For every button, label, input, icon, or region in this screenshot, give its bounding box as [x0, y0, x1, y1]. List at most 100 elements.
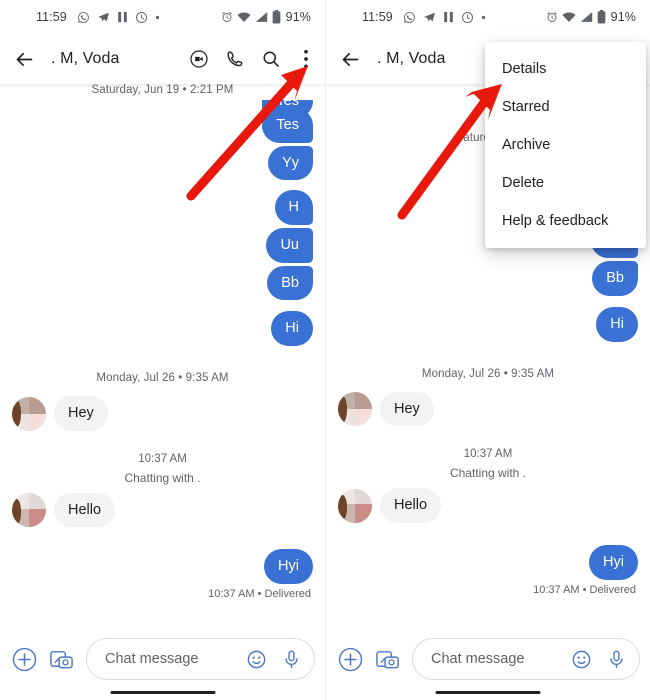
- emoji-icon[interactable]: [571, 649, 592, 670]
- whatsapp-icon: [403, 11, 416, 24]
- search-icon[interactable]: [261, 49, 281, 69]
- incoming-bubble[interactable]: Hello: [54, 492, 116, 528]
- message-row[interactable]: Yy: [12, 145, 313, 181]
- microphone-icon[interactable]: [606, 649, 627, 670]
- video-call-icon[interactable]: [189, 49, 209, 69]
- status-bar: 11:59 91%: [0, 0, 325, 34]
- message-row[interactable]: Hi: [12, 311, 313, 347]
- nav-gesture-pill: [435, 690, 541, 694]
- menu-item-details[interactable]: Details: [485, 50, 646, 88]
- image-camera-icon[interactable]: [375, 647, 400, 672]
- pause-icon: [117, 11, 128, 23]
- message-row[interactable]: Hello: [12, 492, 313, 528]
- menu-item-archive[interactable]: Archive: [485, 126, 646, 164]
- chat-input-placeholder: Chat message: [431, 651, 525, 667]
- incoming-bubble[interactable]: Hello: [380, 488, 442, 524]
- nav-gesture-pill: [110, 690, 215, 694]
- delivery-status: 10:37 AM • Delivered: [208, 588, 311, 601]
- outgoing-bubble[interactable]: H: [274, 190, 313, 226]
- back-arrow-icon[interactable]: [14, 49, 35, 70]
- telegram-icon: [423, 11, 436, 24]
- clock-icon: [135, 11, 148, 24]
- day-separator-2: Monday, Jul 26 • 9:35 AM: [421, 367, 555, 380]
- dot-icon: [155, 15, 160, 20]
- battery-icon: [597, 10, 606, 24]
- message-row[interactable]: Uu: [12, 228, 313, 263]
- back-arrow-icon[interactable]: [340, 49, 361, 70]
- telegram-icon: [97, 11, 110, 24]
- phone-screen-left: 11:59 91% . M, Voda Tes Saturday, Jun 19…: [0, 0, 325, 700]
- phone-screen-right: 11:59 91% . M, Voda Saturday, Bb Hi Mond…: [325, 0, 650, 700]
- wifi-icon: [562, 11, 576, 23]
- system-message: Chatting with .: [449, 466, 527, 481]
- outgoing-bubble[interactable]: Hi: [596, 307, 638, 342]
- app-bar-actions: [189, 49, 315, 69]
- status-bar-left-group: 11:59: [362, 10, 486, 24]
- message-row[interactable]: Hey: [12, 396, 313, 431]
- menu-item-help-feedback[interactable]: Help & feedback: [485, 202, 646, 240]
- message-row[interactable]: Hyi: [12, 549, 313, 585]
- outgoing-bubble[interactable]: Bb: [267, 265, 313, 301]
- chat-input-field[interactable]: Chat message: [86, 638, 315, 680]
- clipped-message-top: Tes: [262, 100, 313, 126]
- menu-item-starred[interactable]: Starred: [485, 88, 646, 126]
- emoji-icon[interactable]: [246, 649, 267, 670]
- outgoing-bubble[interactable]: Hi: [271, 311, 313, 347]
- message-row[interactable]: Hello: [338, 488, 638, 524]
- app-bar: . M, Voda: [0, 34, 325, 84]
- outgoing-bubble[interactable]: Yy: [268, 145, 313, 181]
- alarm-icon: [221, 11, 233, 23]
- status-bar-clock: 11:59: [36, 10, 67, 24]
- dual-screenshot-panel: 11:59 91% . M, Voda Tes Saturday, Jun 19…: [0, 0, 650, 700]
- conversation-title: . M, Voda: [51, 50, 120, 67]
- dot-icon: [481, 15, 486, 20]
- incoming-bubble[interactable]: Hey: [380, 391, 434, 427]
- outgoing-bubble[interactable]: Hyi: [589, 545, 638, 580]
- avatar: [12, 396, 46, 431]
- battery-percent-label: 91%: [285, 10, 311, 24]
- message-row[interactable]: Bb: [12, 265, 313, 301]
- day-separator-2: Monday, Jul 26 • 9:35 AM: [96, 372, 229, 385]
- message-row[interactable]: H: [12, 190, 313, 226]
- avatar: [12, 493, 46, 528]
- status-bar-right-group: 91%: [221, 10, 311, 24]
- chat-input-field[interactable]: Chat message: [412, 638, 640, 680]
- message-time: 10:37 AM: [138, 452, 187, 465]
- wifi-icon: [237, 11, 251, 23]
- message-row[interactable]: Hyi: [338, 545, 638, 580]
- status-bar-left-group: 11:59: [36, 10, 160, 24]
- signal-icon: [580, 11, 593, 23]
- clipped-bubble-text: Tes: [262, 100, 313, 118]
- chat-input-placeholder: Chat message: [105, 651, 199, 667]
- overflow-menu-icon[interactable]: [297, 49, 315, 69]
- outgoing-bubble[interactable]: Hyi: [264, 549, 313, 585]
- plus-icon[interactable]: [338, 647, 363, 672]
- app-bar-shadow: [0, 84, 325, 88]
- message-row[interactable]: Hey: [338, 391, 638, 427]
- signal-icon: [255, 11, 268, 23]
- message-time: 10:37 AM: [463, 448, 513, 461]
- avatar: [338, 392, 372, 427]
- status-bar-right-group: 91%: [546, 10, 636, 24]
- battery-icon: [272, 10, 281, 24]
- plus-icon[interactable]: [12, 647, 37, 672]
- whatsapp-icon: [77, 11, 90, 24]
- alarm-icon: [546, 11, 558, 23]
- microphone-icon[interactable]: [281, 649, 302, 670]
- conversation-title: . M, Voda: [377, 50, 446, 67]
- delivery-status: 10:37 AM • Delivered: [533, 583, 636, 596]
- image-camera-icon[interactable]: [49, 647, 74, 672]
- incoming-bubble[interactable]: Hey: [54, 396, 108, 431]
- clock-icon: [461, 11, 474, 24]
- message-thread: Tes Saturday, Jun 19 • 2:21 PM Tes Yy H …: [0, 50, 325, 634]
- overflow-menu-popup[interactable]: Details Starred Archive Delete Help & fe…: [485, 42, 646, 248]
- menu-item-delete[interactable]: Delete: [485, 164, 646, 202]
- outgoing-bubble[interactable]: Uu: [266, 228, 313, 263]
- status-bar-clock: 11:59: [362, 10, 393, 24]
- phone-call-icon[interactable]: [225, 49, 245, 69]
- message-row[interactable]: Hi: [338, 307, 638, 342]
- message-row[interactable]: Bb: [338, 261, 638, 297]
- outgoing-bubble[interactable]: Bb: [592, 261, 638, 297]
- avatar: [338, 489, 372, 524]
- status-bar: 11:59 91%: [326, 0, 650, 34]
